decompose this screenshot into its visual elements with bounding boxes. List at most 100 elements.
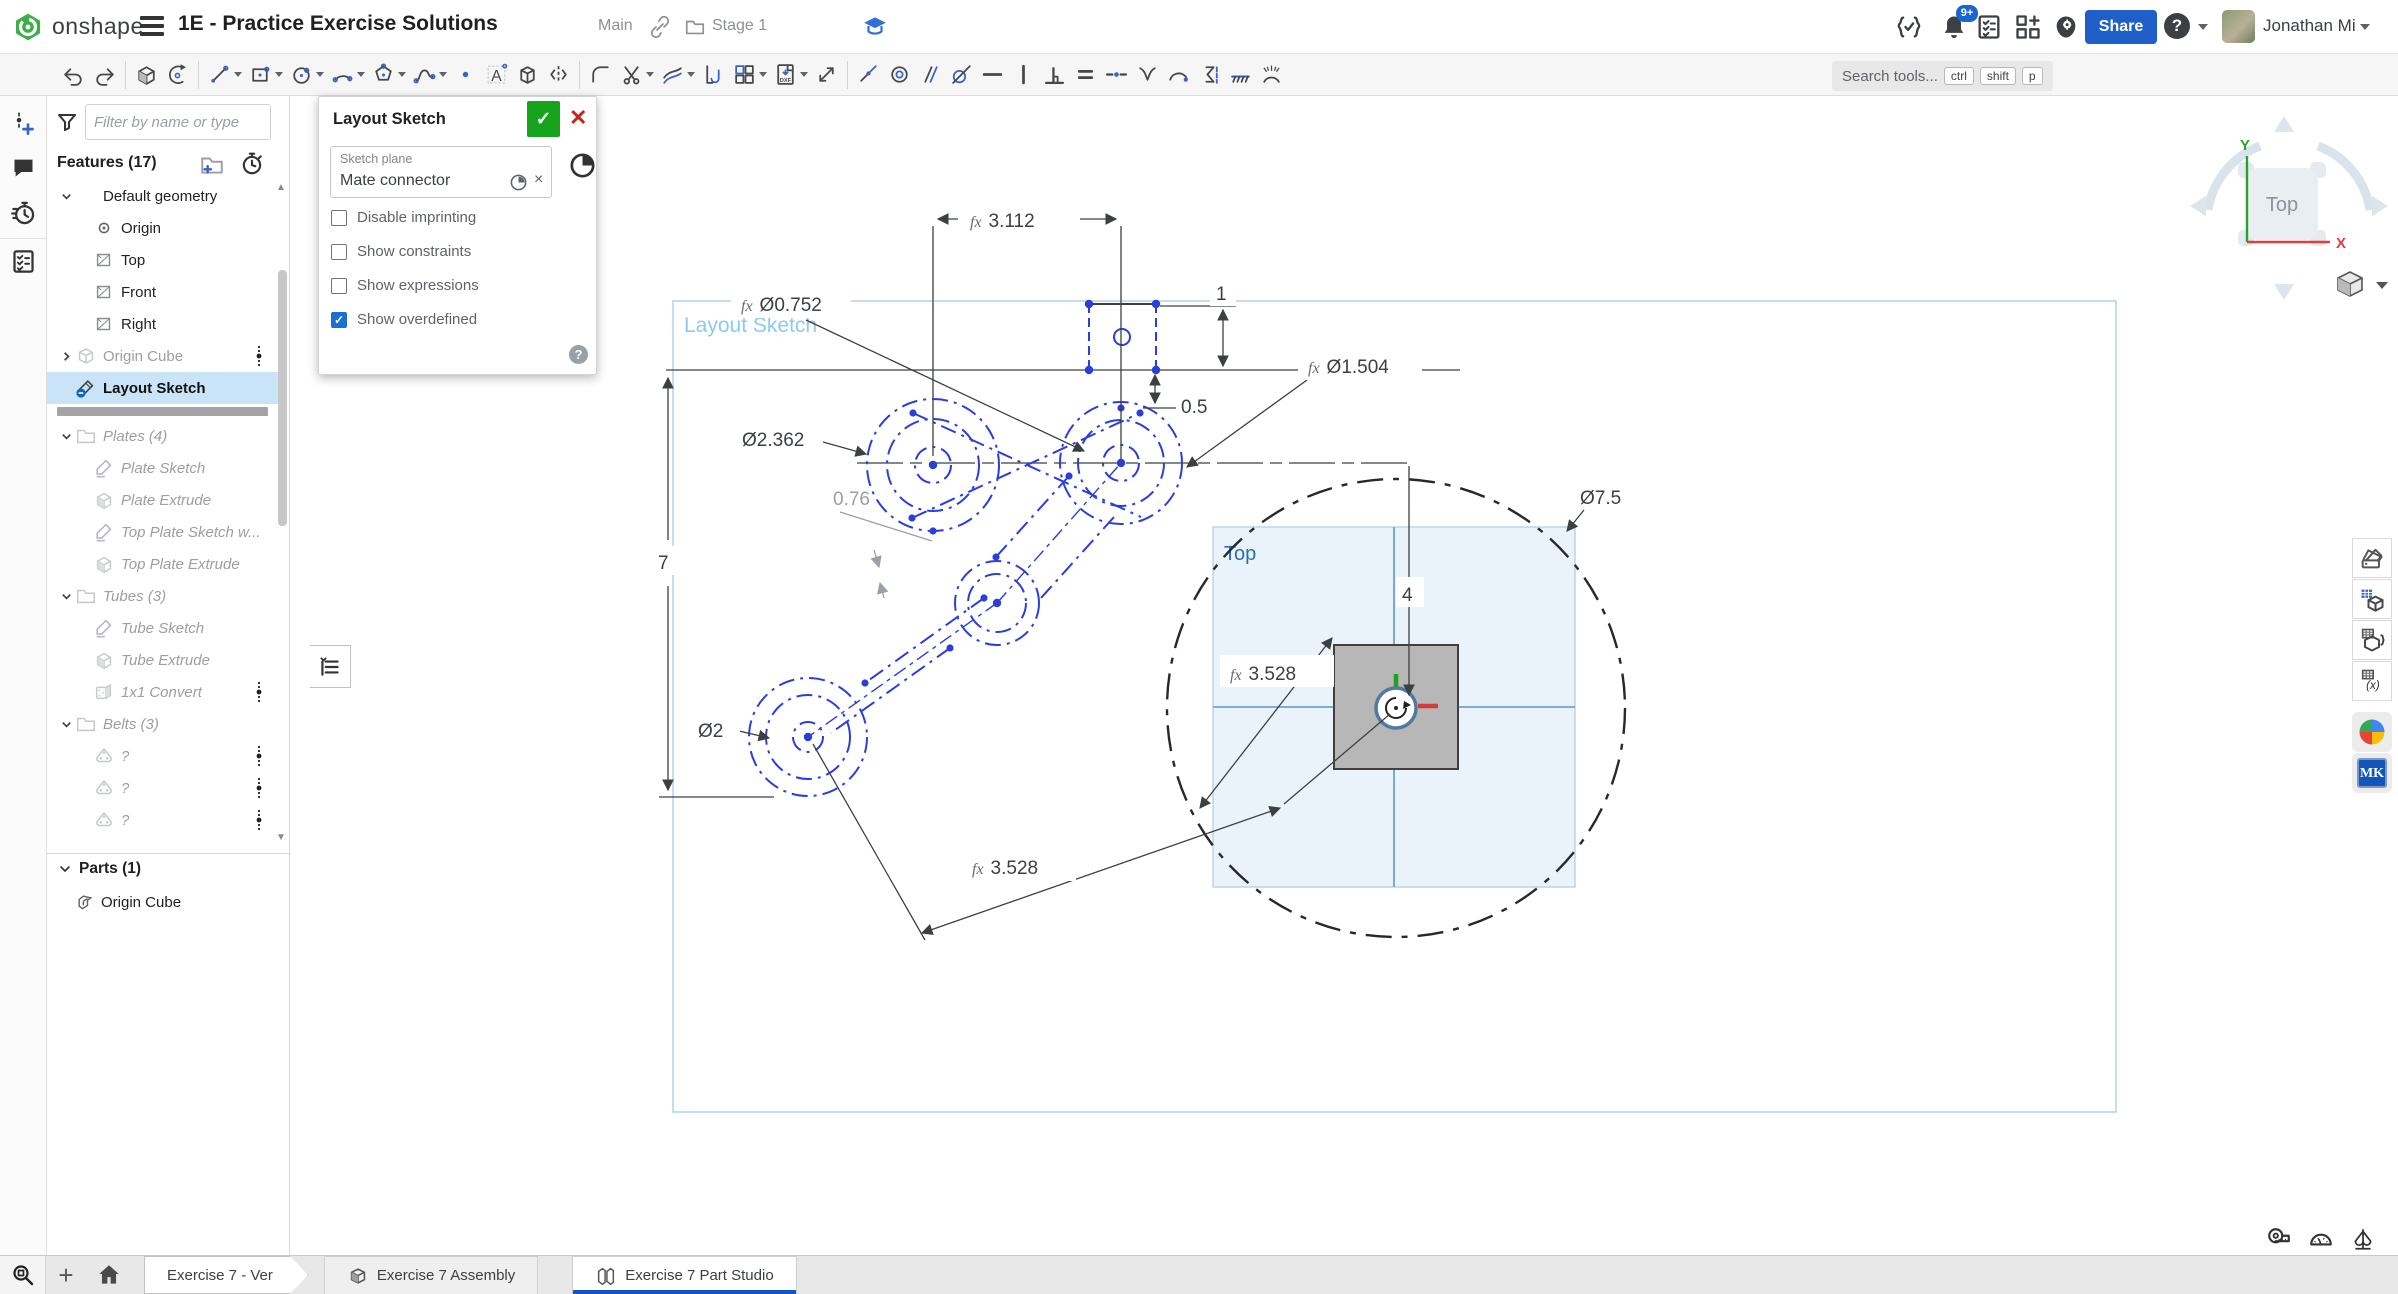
feature-item-[interactable]: ? xyxy=(47,740,278,772)
revolve-tool-button[interactable] xyxy=(162,57,193,93)
rotate-right-icon[interactable] xyxy=(2318,146,2370,210)
app-mk-button[interactable]: MK xyxy=(2352,753,2392,793)
feature-item-[interactable]: ? xyxy=(47,772,278,804)
tab-exercise-7-part-studio[interactable]: Exercise 7 Part Studio xyxy=(572,1256,796,1294)
dimension-75[interactable]: Ø7.5 xyxy=(1580,488,1621,509)
document-title[interactable]: 1E - Practice Exercise Solutions xyxy=(178,12,498,36)
feature-issue-icon[interactable] xyxy=(254,680,264,704)
workspace-label[interactable]: Main xyxy=(598,17,633,35)
app-wheel-button[interactable] xyxy=(2352,712,2392,752)
comment-icon[interactable] xyxy=(10,154,37,181)
chevron-down-icon[interactable] xyxy=(59,589,74,604)
chevron-down-icon[interactable] xyxy=(57,861,73,877)
feature-item-origin[interactable]: Origin xyxy=(47,212,278,244)
tilt-down-icon[interactable] xyxy=(2274,284,2294,300)
dimension-4[interactable]: 4 xyxy=(1402,585,1413,606)
rollback-bar[interactable] xyxy=(47,404,278,420)
dropdown-caret-icon[interactable] xyxy=(234,72,242,77)
tangent-tool-button[interactable] xyxy=(946,57,977,93)
pattern-tool-button[interactable] xyxy=(729,57,770,93)
checkbox-show-constraints[interactable]: Show constraints xyxy=(331,243,471,260)
trim-tool-button[interactable] xyxy=(616,57,657,93)
rollback-end-icon[interactable] xyxy=(239,151,265,177)
chevron-down-icon[interactable] xyxy=(59,717,74,732)
variables-button[interactable]: (x) xyxy=(2352,661,2392,701)
tilt-up-icon[interactable] xyxy=(2274,116,2294,132)
checkbox-box[interactable]: ✓ xyxy=(331,312,347,328)
extrude-tool-button[interactable] xyxy=(131,57,162,93)
tab-exercise-7-ver[interactable]: Exercise 7 - Ver xyxy=(144,1256,308,1294)
tilt-right-icon[interactable] xyxy=(2372,196,2388,216)
education-icon[interactable] xyxy=(862,13,888,39)
arc-tool-button[interactable] xyxy=(327,57,368,93)
checkbox-show-expressions[interactable]: Show expressions xyxy=(331,277,479,294)
dropdown-caret-icon[interactable] xyxy=(687,72,695,77)
dropdown-caret-icon[interactable] xyxy=(759,72,767,77)
feature-item-plate-sketch[interactable]: Plate Sketch xyxy=(47,452,278,484)
cut-list-icon[interactable] xyxy=(10,248,37,275)
feature-item-layout-sketch[interactable]: Layout Sketch xyxy=(47,372,278,404)
feature-issue-icon[interactable] xyxy=(254,744,264,768)
dropdown-caret-icon[interactable] xyxy=(316,72,324,77)
perpendicular-tool-button[interactable] xyxy=(1039,57,1070,93)
help-button[interactable]: ? xyxy=(2164,13,2190,39)
sketch-plane-field[interactable]: Sketch plane Mate connector × xyxy=(330,146,552,198)
feature-item-tube-sketch[interactable]: Tube Sketch xyxy=(47,612,278,644)
offset-tool-button[interactable] xyxy=(657,57,698,93)
checkbox-disable-imprinting[interactable]: Disable imprinting xyxy=(331,209,476,226)
protractor-icon[interactable] xyxy=(2308,1226,2334,1252)
checkbox-box[interactable] xyxy=(331,210,347,226)
dropdown-caret-icon[interactable] xyxy=(357,72,365,77)
dimension-2362[interactable]: Ø2.362 xyxy=(742,430,804,451)
curvature-tool-button[interactable] xyxy=(1163,57,1194,93)
use-tool-button[interactable] xyxy=(698,57,729,93)
dropdown-caret-icon[interactable] xyxy=(800,72,808,77)
feature-item-plate-extrude[interactable]: Plate Extrude xyxy=(47,484,278,516)
tasks-icon[interactable] xyxy=(1975,13,2003,41)
configurations-button[interactable] xyxy=(2352,620,2392,660)
transform-tool-button[interactable] xyxy=(811,57,842,93)
dialog-help-icon[interactable]: ? xyxy=(569,345,588,364)
clear-selection-icon[interactable]: × xyxy=(534,171,543,189)
mass-properties-icon[interactable] xyxy=(2350,1226,2376,1252)
dimension-2[interactable]: Ø2 xyxy=(698,721,723,742)
view-cube[interactable]: Top Y X xyxy=(2180,108,2398,334)
collapsed-panel-toggle[interactable] xyxy=(310,645,351,688)
mate-connector-filter-icon[interactable] xyxy=(569,152,596,179)
scroll-up-icon[interactable]: ▲ xyxy=(276,182,286,193)
normal-tool-button[interactable] xyxy=(1256,57,1287,93)
rectangle-tool-button[interactable] xyxy=(245,57,286,93)
line-tool-button[interactable] xyxy=(204,57,245,93)
new-folder-icon[interactable] xyxy=(199,152,225,178)
feature-item-tubes-3[interactable]: Tubes (3) xyxy=(47,580,278,612)
checkbox-show-overdefined[interactable]: ✓Show overdefined xyxy=(331,311,477,328)
dimension-3528-left[interactable]: fx3.528 xyxy=(1230,664,1296,685)
dimension-3528-bottom[interactable]: fx3.528 xyxy=(972,858,1038,879)
history-icon[interactable] xyxy=(10,200,37,227)
confirm-button[interactable]: ✓ xyxy=(527,101,560,137)
appearance-panel-button[interactable] xyxy=(2352,538,2392,578)
folder-breadcrumb[interactable]: Stage 1 xyxy=(712,17,767,35)
link-icon[interactable] xyxy=(648,15,672,39)
parallel-tool-button[interactable] xyxy=(915,57,946,93)
search-tools[interactable]: Search tools... ctrl shift p xyxy=(1832,61,2053,91)
filter-input[interactable] xyxy=(85,104,271,140)
dimension-05[interactable]: 0.5 xyxy=(1181,397,1207,418)
redo-tool-button[interactable] xyxy=(89,57,120,93)
checkbox-box[interactable] xyxy=(331,278,347,294)
feature-item-plates-4[interactable]: Plates (4) xyxy=(47,420,278,452)
text-tool-button[interactable]: A xyxy=(481,57,512,93)
search-tabs-button[interactable] xyxy=(0,1256,46,1294)
dimension-1[interactable]: 1 xyxy=(1216,284,1227,305)
feature-item-belts-3[interactable]: Belts (3) xyxy=(47,708,278,740)
box-tool-button[interactable] xyxy=(512,57,543,93)
onshape-logo-icon[interactable] xyxy=(12,11,44,43)
undo-tool-button[interactable] xyxy=(58,57,89,93)
dropdown-caret-icon[interactable] xyxy=(398,72,406,77)
dimension-3112[interactable]: fx3.112 xyxy=(970,211,1035,232)
user-name[interactable]: Jonathan Mi xyxy=(2263,16,2356,36)
coincident-tool-button[interactable] xyxy=(853,57,884,93)
checkbox-box[interactable] xyxy=(331,244,347,260)
midpoint-tool-button[interactable] xyxy=(1101,57,1132,93)
horizontal-tool-button[interactable] xyxy=(977,57,1008,93)
